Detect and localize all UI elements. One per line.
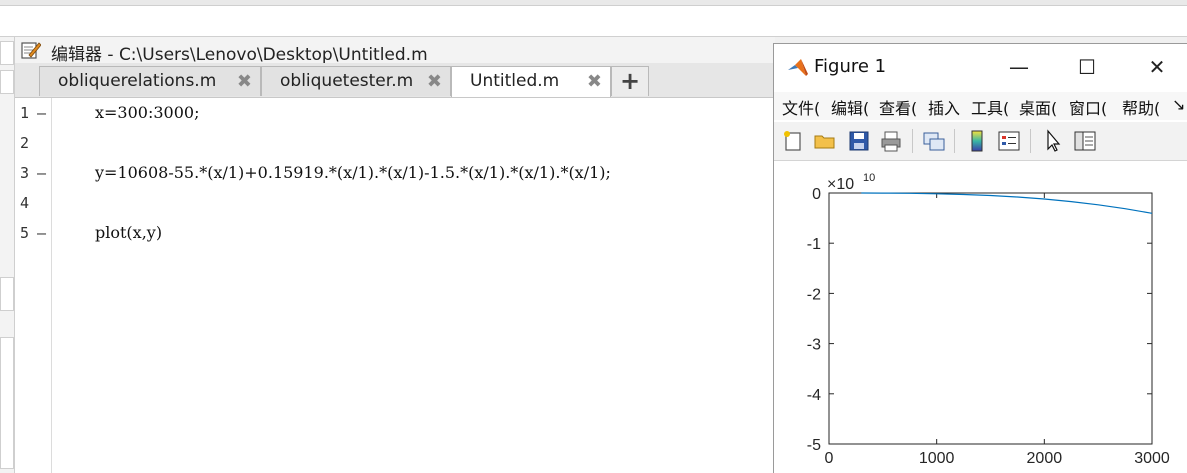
tab-label: obliquerelations.m: [58, 71, 217, 91]
tab-obliquerelations[interactable]: obliquerelations.m ✖: [39, 66, 261, 96]
open-file-icon[interactable]: [812, 128, 838, 154]
plot-svg[interactable]: 0 1000 2000 3000 0 -1 -2 -3 -4 -5 ×10 10: [774, 161, 1187, 473]
x-tick-label: 3000: [1134, 450, 1170, 467]
menu-overflow-icon[interactable]: ↘: [1172, 95, 1185, 114]
figure-menubar: 文件( 编辑( 查看( 插入 工具( 桌面( 窗口( 帮助( ↘: [774, 92, 1187, 120]
pointer-icon[interactable]: [1040, 128, 1066, 154]
y-exponent-label: ×10: [827, 176, 854, 193]
save-icon[interactable]: [846, 128, 872, 154]
tab-close-icon[interactable]: ✖: [427, 71, 442, 92]
left-panel-tab[interactable]: [0, 70, 14, 94]
breakpoint-marker[interactable]: —: [37, 224, 46, 242]
x-tick-label: 0: [825, 450, 834, 467]
menu-insert[interactable]: 插入: [928, 95, 960, 119]
breakpoint-marker[interactable]: —: [37, 164, 46, 182]
tab-close-icon[interactable]: ✖: [587, 71, 602, 92]
y-tick-label: 0: [812, 186, 821, 203]
breakpoint-marker[interactable]: —: [37, 104, 46, 122]
figure-window: Figure 1 — ☐ ✕ 文件( 编辑( 查看( 插入 工具( 桌面( 窗口…: [773, 43, 1187, 473]
add-tab-button[interactable]: +: [611, 66, 649, 96]
toolbar-strip: [0, 6, 1187, 37]
x-tick-label: 2000: [1027, 450, 1063, 467]
line-numbers: 1 — 2 3 — 4 5 —: [15, 98, 52, 473]
code-line[interactable]: plot(x,y): [95, 223, 162, 242]
figure-title: Figure 1: [814, 56, 887, 77]
figure-titlebar: Figure 1 — ☐ ✕: [774, 44, 1187, 90]
toolbar-separator: [954, 129, 955, 153]
menu-help[interactable]: 帮助(: [1122, 95, 1160, 119]
y-tick-label: -3: [807, 337, 821, 354]
line-number: 5: [20, 224, 30, 242]
screen: 编辑器 - C:\Users\Lenovo\Desktop\Untitled.m…: [0, 0, 1187, 473]
figure-toolbar: [774, 122, 1187, 161]
left-panel-tab[interactable]: [0, 277, 14, 311]
y-tick-label: -4: [807, 387, 821, 404]
menu-tools[interactable]: 工具(: [971, 95, 1009, 119]
line-number: 1: [20, 104, 30, 122]
toolbar-separator: [1030, 129, 1031, 153]
menu-desktop[interactable]: 桌面(: [1019, 95, 1057, 119]
link-plot-icon[interactable]: [921, 128, 947, 154]
maximize-button[interactable]: ☐: [1064, 52, 1110, 82]
close-button[interactable]: ✕: [1134, 52, 1180, 82]
tab-label: obliquetester.m: [280, 71, 414, 91]
toolbar-separator: [912, 129, 913, 153]
editor-window: 编辑器 - C:\Users\Lenovo\Desktop\Untitled.m…: [15, 37, 775, 473]
menu-window[interactable]: 窗口(: [1069, 95, 1107, 119]
code-line[interactable]: y=10608-55.*(x/1)+0.15919.*(x/1).*(x/1)-…: [95, 163, 611, 182]
line-number: 3: [20, 164, 30, 182]
tab-untitled[interactable]: Untitled.m ✖: [451, 66, 611, 97]
editor-title: 编辑器 - C:\Users\Lenovo\Desktop\Untitled.m: [51, 45, 428, 65]
editor-titlebar: 编辑器 - C:\Users\Lenovo\Desktop\Untitled.m: [15, 37, 775, 65]
menu-file[interactable]: 文件(: [782, 95, 820, 119]
code-line[interactable]: x=300:3000;: [95, 103, 199, 122]
tab-label: Untitled.m: [470, 71, 560, 91]
editor-icon: [21, 42, 41, 59]
left-panel-tab[interactable]: [0, 41, 14, 65]
line-number: 2: [20, 134, 30, 152]
figure-canvas[interactable]: 0 1000 2000 3000 0 -1 -2 -3 -4 -5 ×10 10: [774, 161, 1187, 473]
tab-close-icon[interactable]: ✖: [237, 71, 252, 92]
tab-obliquetester[interactable]: obliquetester.m ✖: [261, 66, 451, 96]
editor-tabbar: obliquerelations.m ✖ obliquetester.m ✖ U…: [15, 63, 775, 98]
menu-edit[interactable]: 编辑(: [831, 95, 869, 119]
colorbar-icon[interactable]: [964, 128, 990, 154]
new-figure-icon[interactable]: [780, 128, 806, 154]
y-tick-label: -2: [807, 286, 821, 303]
y-tick-label: -5: [807, 437, 821, 454]
minimize-button[interactable]: —: [996, 52, 1042, 82]
plot-axes-box: [828, 192, 1153, 445]
plus-icon: +: [619, 67, 641, 95]
y-tick-label: -1: [807, 236, 821, 253]
left-panel-gutter: [0, 37, 15, 473]
code-area[interactable]: 1 — 2 3 — 4 5 — x=300:3000; y=10608-55.*…: [15, 98, 775, 473]
x-tick-label: 1000: [919, 450, 955, 467]
line-number: 4: [20, 194, 30, 212]
y-exponent-power: 10: [863, 172, 875, 184]
print-icon[interactable]: [878, 128, 904, 154]
left-panel-tab[interactable]: [0, 337, 14, 469]
matlab-logo-icon: [788, 59, 808, 76]
menu-view[interactable]: 查看(: [879, 95, 917, 119]
property-editor-icon[interactable]: [1072, 128, 1098, 154]
legend-icon[interactable]: [996, 128, 1022, 154]
